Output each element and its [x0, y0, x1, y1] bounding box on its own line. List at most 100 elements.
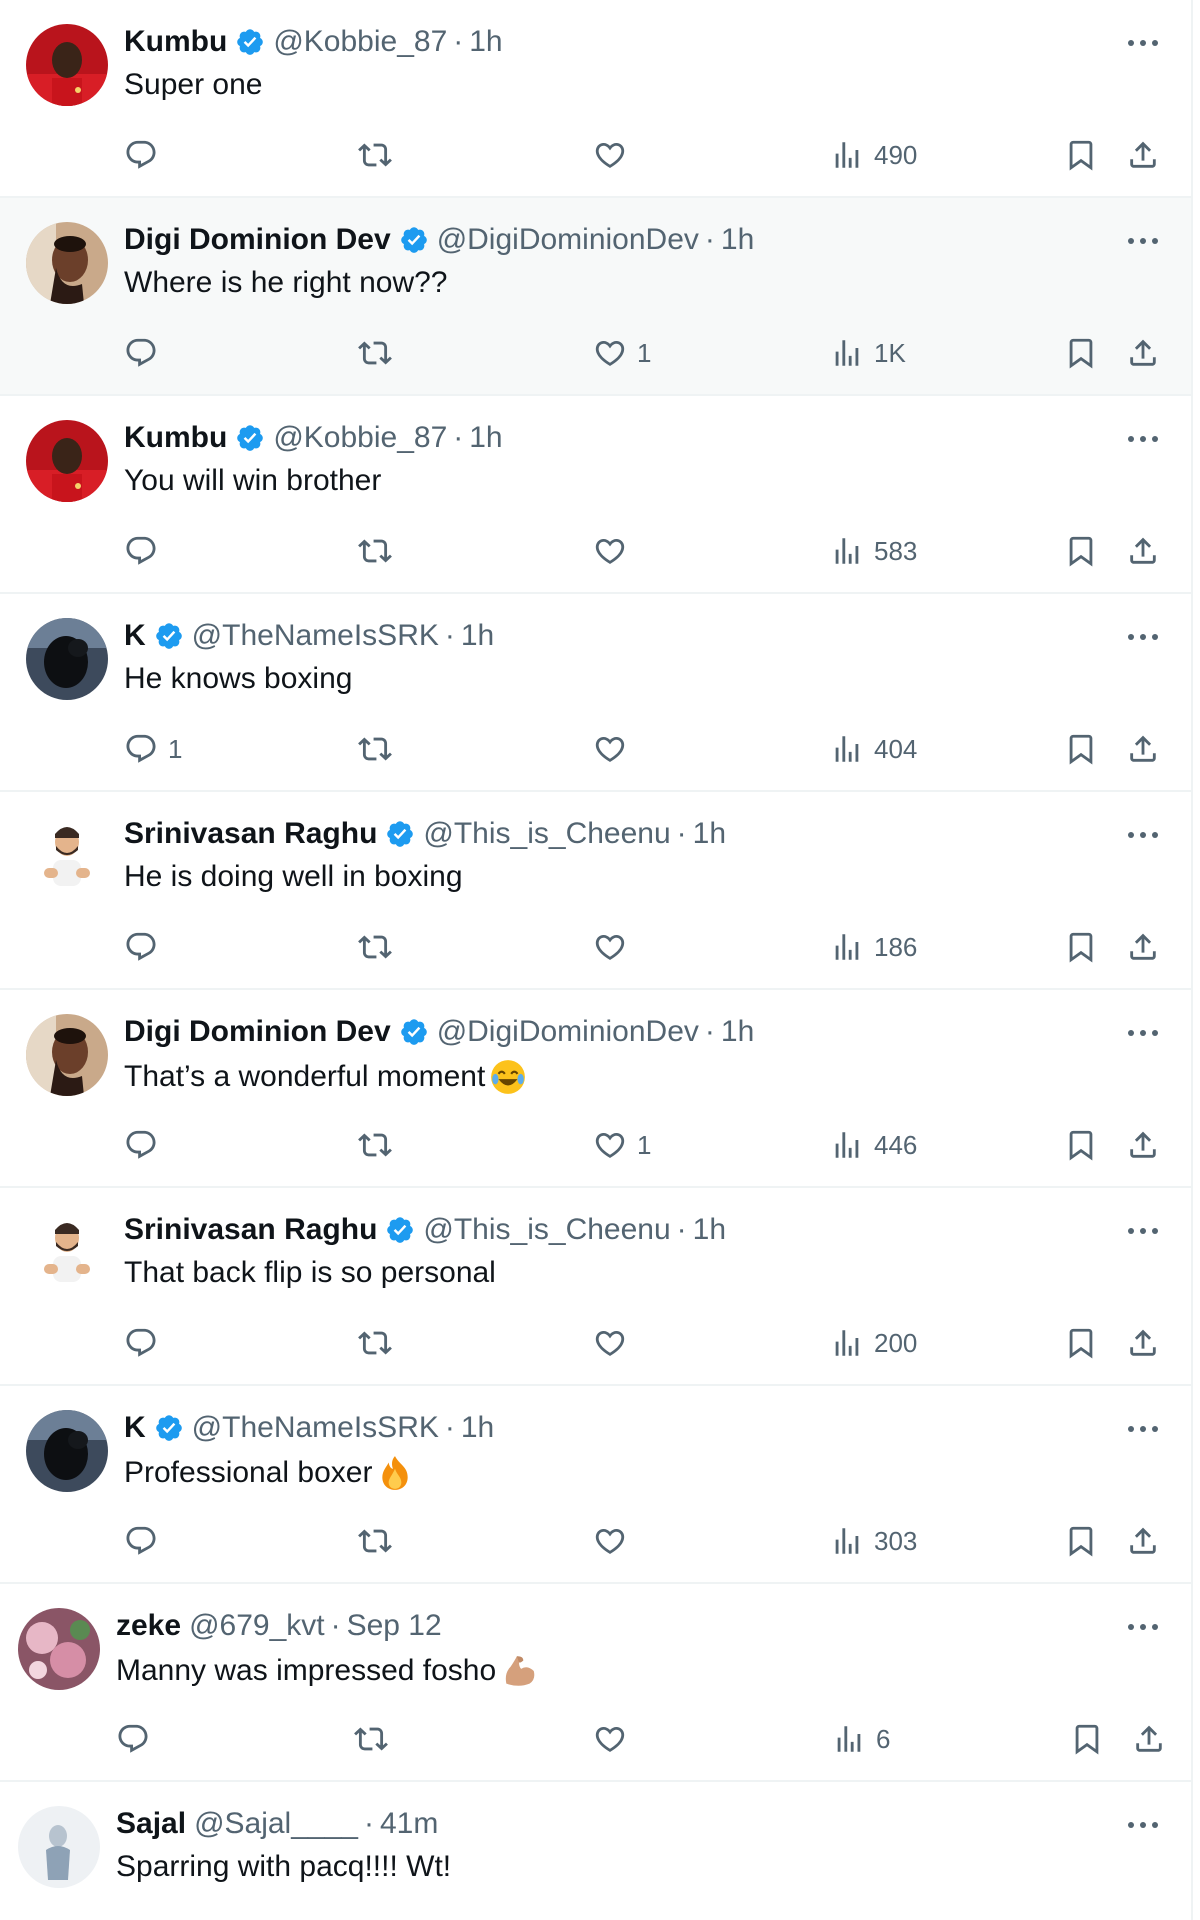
reply-post[interactable]: K @TheNameIsSRK · 1h He knows boxing 1 404	[0, 594, 1191, 792]
repost-button[interactable]	[358, 132, 392, 178]
avatar[interactable]	[26, 24, 108, 106]
avatar[interactable]	[18, 1806, 100, 1888]
reply-button[interactable]: 1	[124, 726, 182, 772]
reply-button[interactable]	[124, 330, 168, 376]
reply-post[interactable]: K @TheNameIsSRK · 1h Professional boxer 303	[0, 1386, 1191, 1584]
bookmark-button[interactable]	[1064, 1518, 1098, 1564]
reply-button[interactable]	[116, 1716, 160, 1762]
like-button[interactable]	[593, 726, 637, 772]
like-button[interactable]	[593, 1518, 637, 1564]
timestamp[interactable]: 1h	[461, 1411, 494, 1445]
like-button[interactable]	[593, 528, 637, 574]
more-options-button[interactable]	[1123, 424, 1163, 454]
repost-button[interactable]	[358, 924, 392, 970]
avatar[interactable]	[26, 618, 108, 700]
like-button[interactable]	[593, 924, 637, 970]
timestamp[interactable]: 1h	[693, 1213, 726, 1247]
username-handle[interactable]: @TheNameIsSRK	[192, 1411, 439, 1445]
more-options-button[interactable]	[1123, 1612, 1163, 1642]
share-button[interactable]	[1126, 924, 1160, 970]
display-name[interactable]: Digi Dominion Dev	[124, 223, 391, 257]
bookmark-button[interactable]	[1070, 1716, 1104, 1762]
reply-post[interactable]: Srinivasan Raghu @This_is_Cheenu · 1h He is …	[0, 792, 1191, 990]
avatar[interactable]	[26, 420, 108, 502]
username-handle[interactable]: @Kobbie_87	[273, 421, 447, 455]
display-name[interactable]: Sajal	[116, 1807, 186, 1841]
username-handle[interactable]: @Sajal____	[194, 1807, 358, 1841]
repost-button[interactable]	[358, 528, 392, 574]
share-button[interactable]	[1126, 1122, 1160, 1168]
bookmark-button[interactable]	[1064, 528, 1098, 574]
username-handle[interactable]: @This_is_Cheenu	[423, 1213, 670, 1247]
more-options-button[interactable]	[1123, 1414, 1163, 1444]
reply-post[interactable]: Kumbu @Kobbie_87 · 1h You will win brother 58…	[0, 396, 1191, 594]
like-button[interactable]	[593, 1716, 637, 1762]
reply-post[interactable]: zeke @679_kvt · Sep 12 Manny was impressed f…	[0, 1584, 1191, 1782]
share-button[interactable]	[1126, 1320, 1160, 1366]
views-button[interactable]: 303	[830, 1518, 917, 1564]
timestamp[interactable]: 1h	[461, 619, 494, 653]
more-options-button[interactable]	[1123, 1018, 1163, 1048]
reply-post[interactable]: Srinivasan Raghu @This_is_Cheenu · 1h That b…	[0, 1188, 1191, 1386]
views-button[interactable]: 490	[830, 132, 917, 178]
views-button[interactable]: 583	[830, 528, 917, 574]
reply-button[interactable]	[124, 1518, 168, 1564]
repost-button[interactable]	[358, 1122, 392, 1168]
bookmark-button[interactable]	[1064, 924, 1098, 970]
reply-button[interactable]	[124, 1122, 168, 1168]
avatar[interactable]	[26, 1212, 108, 1294]
bookmark-button[interactable]	[1064, 726, 1098, 772]
timestamp[interactable]: 41m	[380, 1807, 438, 1841]
display-name[interactable]: zeke	[116, 1609, 181, 1643]
reply-button[interactable]	[124, 528, 168, 574]
bookmark-button[interactable]	[1064, 1320, 1098, 1366]
bookmark-button[interactable]	[1064, 132, 1098, 178]
share-button[interactable]	[1126, 1518, 1160, 1564]
reply-post[interactable]: Digi Dominion Dev @DigiDominionDev · 1h Wher…	[0, 198, 1191, 396]
avatar[interactable]	[26, 222, 108, 304]
username-handle[interactable]: @DigiDominionDev	[437, 223, 699, 257]
reply-post[interactable]: Sajal @Sajal____ · 41m Sparring with pacq!!!…	[0, 1782, 1191, 1920]
bookmark-button[interactable]	[1064, 330, 1098, 376]
views-button[interactable]: 6	[832, 1716, 890, 1762]
username-handle[interactable]: @679_kvt	[189, 1609, 325, 1643]
more-options-button[interactable]	[1123, 1810, 1163, 1840]
bookmark-button[interactable]	[1064, 1122, 1098, 1168]
display-name[interactable]: Srinivasan Raghu	[124, 1213, 377, 1247]
reply-post[interactable]: Digi Dominion Dev @DigiDominionDev · 1h That…	[0, 990, 1191, 1188]
username-handle[interactable]: @DigiDominionDev	[437, 1015, 699, 1049]
avatar[interactable]	[26, 816, 108, 898]
repost-button[interactable]	[354, 1716, 388, 1762]
more-options-button[interactable]	[1123, 1216, 1163, 1246]
avatar[interactable]	[26, 1410, 108, 1492]
like-button[interactable]: 1	[593, 330, 651, 376]
timestamp[interactable]: 1h	[693, 817, 726, 851]
views-button[interactable]: 186	[830, 924, 917, 970]
repost-button[interactable]	[358, 726, 392, 772]
like-button[interactable]	[593, 132, 637, 178]
repost-button[interactable]	[358, 330, 392, 376]
reply-button[interactable]	[124, 924, 168, 970]
display-name[interactable]: Kumbu	[124, 25, 227, 59]
views-button[interactable]: 404	[830, 726, 917, 772]
more-options-button[interactable]	[1123, 28, 1163, 58]
share-button[interactable]	[1126, 528, 1160, 574]
username-handle[interactable]: @This_is_Cheenu	[423, 817, 670, 851]
avatar[interactable]	[26, 1014, 108, 1096]
timestamp[interactable]: 1h	[469, 421, 502, 455]
avatar[interactable]	[18, 1608, 100, 1690]
views-button[interactable]: 200	[830, 1320, 917, 1366]
reply-button[interactable]	[124, 1320, 168, 1366]
like-button[interactable]: 1	[593, 1122, 651, 1168]
timestamp[interactable]: 1h	[721, 223, 754, 257]
more-options-button[interactable]	[1123, 226, 1163, 256]
share-button[interactable]	[1126, 330, 1160, 376]
display-name[interactable]: K	[124, 619, 146, 653]
username-handle[interactable]: @TheNameIsSRK	[192, 619, 439, 653]
username-handle[interactable]: @Kobbie_87	[273, 25, 447, 59]
share-button[interactable]	[1126, 726, 1160, 772]
reply-post[interactable]: Kumbu @Kobbie_87 · 1h Super one 490	[0, 0, 1191, 198]
share-button[interactable]	[1132, 1716, 1166, 1762]
views-button[interactable]: 1K	[830, 330, 906, 376]
more-options-button[interactable]	[1123, 622, 1163, 652]
